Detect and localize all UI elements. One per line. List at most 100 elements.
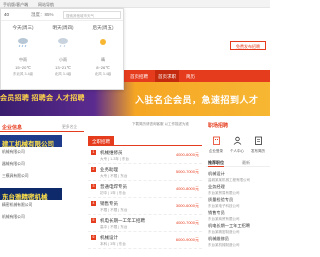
weather-wind: 北风 3-4级	[94, 72, 112, 76]
panel-job-item[interactable]: 机械设计 盐城某某机械工程有限公司	[208, 171, 270, 183]
job-title[interactable]: 机电长期一工年工招聘	[100, 218, 145, 224]
panel-job-title: 机电长期一工年工招聘	[208, 223, 250, 228]
banner-left-text: 会员招聘 招聘会 人才招聘	[0, 95, 85, 102]
job-rank-badge: 6	[91, 235, 96, 240]
panel-job-company: 东台某电子科技公司	[208, 204, 240, 208]
job-title[interactable]: 普通电焊专员	[100, 184, 127, 190]
job-meta: 大专 | 1-3年 | 东台	[100, 157, 130, 161]
user-panel: 职场招聘 企业登录 个人中心 发布简历 推荐职位 最新 机械设计 盐城某某机械工…	[206, 122, 270, 257]
tab-latest[interactable]: 最新	[242, 160, 250, 166]
resume-icon	[254, 136, 262, 145]
job-rank-badge: 3	[91, 184, 96, 189]
job-row[interactable]: 6 机械设计 本科 | 3年 | 东台 6000-9000元	[88, 233, 202, 249]
panel-job-company: 东台某贸易有限公司	[208, 191, 240, 195]
panel-job-item[interactable]: 机电长期一工年工招聘 东台某精密制造公司	[208, 223, 270, 235]
nav-item-active[interactable]: 首页求职	[155, 70, 179, 82]
weather-condition: 小雨	[59, 57, 67, 62]
job-rank-badge: 1	[91, 150, 96, 155]
weather-day-after: 后天(周五) 晴 8~26℃ 北风 3-4级	[83, 23, 123, 89]
weather-temp: 15~20℃	[15, 65, 31, 70]
drizzle-icon	[58, 38, 68, 48]
panel-job-item[interactable]: 业务经理 东台某贸易有限公司	[208, 184, 270, 196]
weather-popup: 40 湿度：85% 搜索其他城市天气 今天(周三) 中雨 15~20℃ 东北风 …	[0, 8, 124, 90]
company-header: 企业信息 更多名企	[0, 122, 84, 132]
job-meta: 高中 | 不限 | 东台	[100, 225, 128, 229]
weather-header: 40 湿度：85% 搜索其他城市天气	[1, 9, 123, 21]
panel-job-title: 销售专员	[208, 210, 225, 215]
site-nav-link[interactable]: 网站导航	[38, 2, 54, 8]
job-title[interactable]: 业务助理	[100, 167, 118, 173]
panel-tabs: 推荐职位 最新	[206, 158, 270, 167]
tab-recommended[interactable]: 推荐职位	[208, 160, 224, 167]
company-title: 企业信息	[2, 125, 23, 131]
job-notice: 下载简历请咨询客服 以工作描述为准	[132, 122, 189, 126]
weather-day-tomorrow: 明天(周四) 小雨 13~21℃ 北风 3-4级	[43, 23, 83, 89]
user-icon	[233, 136, 241, 145]
job-list-column: 下载简历请咨询客服 以工作描述为准 全职招聘 1 机械维修员 大专 | 1-3年…	[88, 122, 202, 257]
weather-humidity: 湿度：85%	[31, 12, 54, 17]
icon-label: 个人中心	[230, 148, 244, 153]
panel-job-item[interactable]: 销售专员 东台某商贸有限公司	[208, 210, 270, 222]
company-ad[interactable]: 建工机械有限公司	[0, 135, 62, 147]
weather-city-search[interactable]: 搜索其他城市天气	[63, 11, 121, 19]
panel-job-title: 机械设计	[208, 171, 225, 176]
panel-job-company: 东台某精密制造公司	[208, 230, 240, 234]
job-title[interactable]: 销售专员	[100, 201, 118, 207]
weather-day-name: 后天(周五)	[92, 25, 114, 30]
job-title[interactable]: 机械维修员	[100, 150, 123, 156]
job-row[interactable]: 1 机械维修员 大专 | 1-3年 | 东台 4000-6000元	[88, 148, 202, 164]
job-row[interactable]: 5 机电长期一工年工招聘 高中 | 不限 | 东台 4000-7000元	[88, 216, 202, 232]
panel-job-company: 盐城某某机械工程有限公司	[208, 178, 250, 182]
weather-day-name: 今天(周三)	[12, 25, 34, 30]
company-login-button[interactable]: 企业登录	[206, 136, 226, 154]
job-meta: 不限 | 不限 | 东台	[100, 208, 128, 212]
building-icon	[212, 136, 220, 145]
banner-slogan: 入驻名企会员，急速招到人才	[135, 95, 259, 105]
job-row[interactable]: 2 业务助理 大专 | 不限 | 东台 5000-7000元	[88, 165, 202, 181]
tab-fulltime[interactable]: 全职招聘	[88, 136, 114, 146]
panel-job-title: 质量检验专员	[208, 197, 234, 202]
panel-job-company: 东台某机械制造公司	[208, 243, 240, 247]
company-link[interactable]: 器械有限公司	[2, 162, 25, 167]
job-title[interactable]: 机械设计	[100, 235, 118, 241]
mobile-link[interactable]: 手机版/客户端	[3, 2, 28, 8]
job-salary: 4000-6000元	[175, 152, 199, 157]
rain-icon	[18, 38, 28, 48]
company-link[interactable]: 三模具有限公司	[2, 174, 29, 179]
user-center-button[interactable]: 个人中心	[227, 136, 247, 154]
company-column: 企业信息 更多名企 建工机械有限公司 机械有限公司 器械有限公司 三模具有限公司…	[0, 122, 84, 257]
sunny-icon	[100, 39, 106, 45]
job-salary: 5000-7000元	[175, 169, 199, 174]
job-rank-badge: 2	[91, 167, 96, 172]
job-meta: 大专 | 不限 | 东台	[100, 174, 128, 178]
panel-job-item[interactable]: 机械维修员 东台某机械制造公司	[208, 236, 270, 248]
icon-label: 企业登录	[209, 148, 223, 153]
weather-condition: 晴	[101, 57, 105, 62]
job-rank-badge: 4	[91, 201, 96, 206]
weather-day-name: 明天(周四)	[52, 25, 74, 30]
job-salary: 6000-9000元	[175, 237, 199, 242]
company-ad[interactable]: 东台雅精密机械	[0, 188, 62, 200]
panel-job-company: 东台某商贸有限公司	[208, 217, 240, 221]
job-rank-badge: 5	[91, 218, 96, 223]
job-salary: 3000-6000元	[175, 203, 199, 208]
weather-location: 40	[4, 12, 10, 17]
job-meta: 初中 | 1年 | 东台	[100, 191, 126, 195]
company-link[interactable]: 机械有限公司	[2, 150, 25, 155]
job-salary: 4000-7000元	[175, 220, 199, 225]
company-link[interactable]: 机械有限公司	[2, 215, 25, 220]
panel-title: 职场招聘	[208, 123, 229, 129]
post-job-button[interactable]: 免费发布招聘	[230, 41, 266, 50]
post-resume-button[interactable]: 发布简历	[248, 136, 268, 154]
icon-label: 发布简历	[251, 148, 265, 153]
job-row[interactable]: 4 销售专员 不限 | 不限 | 东台 3000-6000元	[88, 199, 202, 215]
panel-job-item[interactable]: 质量检验专员 东台某电子科技公司	[208, 197, 270, 209]
panel-job-title: 业务经理	[208, 184, 225, 189]
job-row[interactable]: 3 普通电焊专员 初中 | 1年 | 东台 4000-8000元	[88, 182, 202, 198]
company-more-link[interactable]: 更多名企	[62, 125, 77, 130]
nav-item[interactable]: 首页招聘	[130, 74, 148, 80]
company-link[interactable]: 精密机械有限公司	[2, 203, 32, 208]
nav-item[interactable]: 简历	[186, 74, 195, 80]
job-meta: 本科 | 3年 | 东台	[100, 242, 126, 246]
weather-wind: 东北风 3-4级	[12, 72, 34, 76]
